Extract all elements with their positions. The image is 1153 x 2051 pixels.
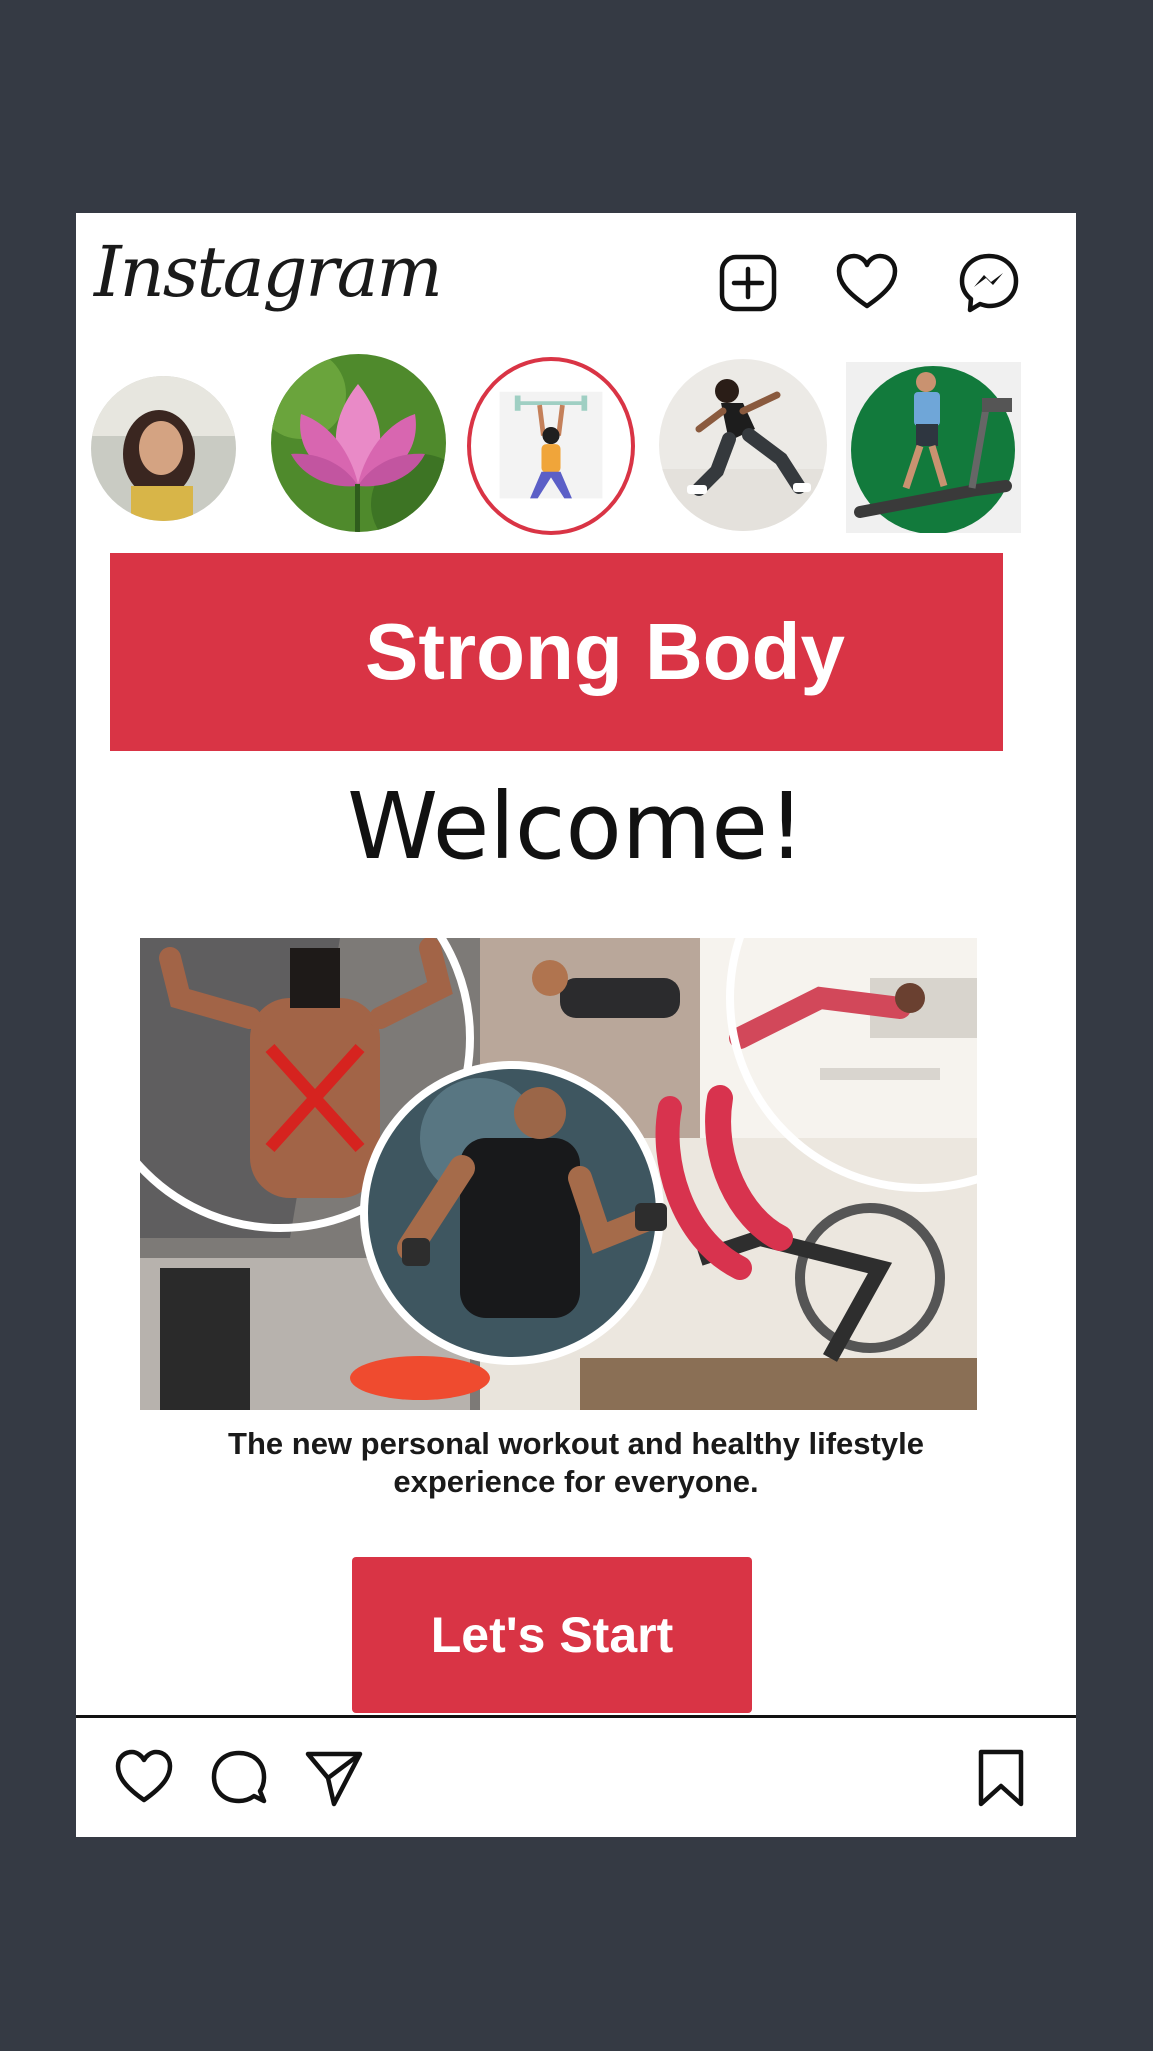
strong-body-banner: Strong Body <box>110 553 1003 751</box>
lotus-image <box>271 354 446 532</box>
messenger-icon <box>959 253 1019 313</box>
heart-icon <box>836 253 898 309</box>
instagram-post-screen: Instagram + <box>76 213 1076 1837</box>
app-header: Instagram <box>76 213 1076 349</box>
story-treadmill[interactable] <box>846 362 1021 533</box>
treadmill-image <box>846 362 1021 533</box>
lets-start-button[interactable]: Let's Start <box>352 1557 752 1713</box>
like-icon <box>115 1749 173 1803</box>
bookmark-icon <box>978 1749 1024 1807</box>
profile-avatar <box>91 376 236 521</box>
subtitle-line-2: experience for everyone. <box>393 1464 759 1499</box>
messenger-button[interactable] <box>957 251 1021 315</box>
story-your-story[interactable] <box>91 376 236 521</box>
share-button[interactable] <box>304 1748 364 1808</box>
new-post-icon <box>719 254 777 312</box>
bookmark-button[interactable] <box>971 1748 1031 1808</box>
story-lotus[interactable] <box>271 354 446 532</box>
comment-button[interactable] <box>209 1748 269 1808</box>
instagram-logo[interactable]: Instagram <box>94 231 443 313</box>
post-action-bar <box>76 1718 1076 1837</box>
story-runner[interactable] <box>659 359 827 531</box>
fitness-collage-image <box>140 938 977 1410</box>
welcome-heading: Welcome! <box>347 773 805 880</box>
runner-image <box>659 359 827 531</box>
comment-icon <box>211 1750 267 1804</box>
collage-photos <box>140 938 977 1410</box>
subtitle-line-1: The new personal workout and healthy lif… <box>228 1426 924 1461</box>
weightlifter-illustration <box>499 391 603 499</box>
activity-button[interactable] <box>835 251 899 315</box>
post-subtitle: The new personal workout and healthy lif… <box>76 1425 1076 1501</box>
new-post-button[interactable] <box>716 251 780 315</box>
story-weightlifter[interactable] <box>467 357 635 535</box>
like-button[interactable] <box>114 1748 174 1808</box>
share-icon <box>305 1751 363 1807</box>
